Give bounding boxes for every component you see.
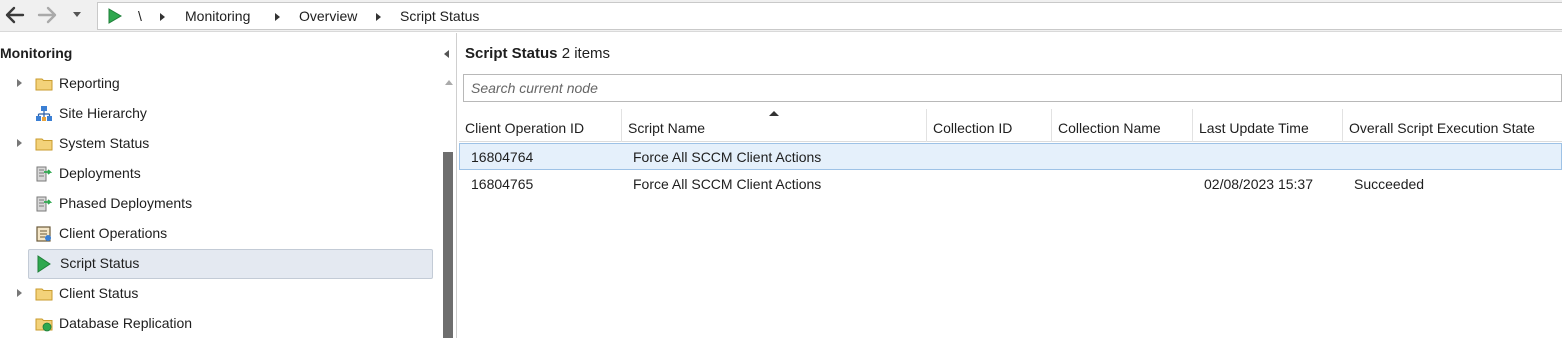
tree-item-label: Database Replication	[59, 315, 193, 331]
chevron-down-icon	[73, 12, 81, 17]
folder-icon	[35, 138, 53, 151]
tree-item-reporting[interactable]: Reporting	[17, 69, 433, 99]
console-window: \ Monitoring Overview Script Status Moni…	[0, 0, 1562, 338]
table-header: Client Operation ID Script Name Collecti…	[459, 109, 1562, 142]
tree-item-script-status[interactable]: Script Status	[28, 249, 433, 279]
column-header-collection-id[interactable]: Collection ID	[927, 109, 1052, 142]
search-box[interactable]	[463, 74, 1562, 102]
column-header-client-operation-id[interactable]: Client Operation ID	[459, 109, 622, 142]
column-header-script-name[interactable]: Script Name	[622, 109, 927, 142]
navigation-scrollbar[interactable]	[442, 71, 456, 338]
tree-item-site-hierarchy[interactable]: Site Hierarchy	[28, 99, 433, 129]
breadcrumb-separator-icon[interactable]	[376, 13, 381, 21]
run-script-icon	[37, 255, 51, 273]
history-dropdown-button[interactable]	[68, 3, 86, 27]
address-bar: \ Monitoring Overview Script Status	[0, 0, 1562, 32]
expand-arrow-icon[interactable]	[17, 79, 22, 87]
column-header-label: Client Operation ID	[465, 120, 585, 136]
tree-item-client-operations[interactable]: Client Operations	[28, 219, 433, 249]
column-header-label: Last Update Time	[1199, 120, 1309, 136]
run-script-icon	[108, 8, 122, 24]
phased-deployments-icon	[36, 196, 53, 212]
cell-script-name: Force All SCCM Client Actions	[633, 149, 822, 165]
breadcrumb-root[interactable]: \	[138, 8, 142, 24]
collapse-pane-icon[interactable]	[444, 50, 449, 58]
column-header-label: Collection ID	[933, 120, 1013, 136]
tree-item-label: Client Operations	[59, 225, 168, 241]
cell-client-operation-id: 16804764	[471, 149, 534, 165]
table-row[interactable]: 16804765 Force All SCCM Client Actions 0…	[459, 171, 1562, 198]
column-header-overall-script-execution-state[interactable]: Overall Script Execution State	[1343, 109, 1562, 142]
page-title: Script Status 2 items	[465, 45, 610, 62]
cell-last-update-time: 02/08/2023 15:37	[1204, 176, 1313, 192]
tree-item-deployments[interactable]: Deployments	[28, 159, 433, 189]
tree-item-system-status[interactable]: System Status	[17, 129, 433, 159]
expand-arrow-icon[interactable]	[17, 139, 22, 147]
site-hierarchy-icon	[36, 106, 52, 121]
folder-icon	[35, 78, 53, 91]
search-input[interactable]	[464, 75, 1561, 101]
cell-execution-state: Succeeded	[1354, 176, 1425, 192]
scroll-up-icon[interactable]	[445, 80, 453, 85]
cell-client-operation-id: 16804765	[471, 176, 534, 192]
tree-item-label: Client Status	[59, 285, 139, 301]
column-header-label: Script Name	[628, 120, 706, 136]
deployments-icon	[36, 166, 53, 182]
breadcrumb[interactable]: \ Monitoring Overview Script Status	[97, 2, 1562, 30]
back-button[interactable]	[3, 3, 27, 27]
content-pane: Script Status 2 items Client Operation I…	[458, 33, 1562, 338]
tree-item-label: Deployments	[59, 165, 141, 181]
back-arrow-icon	[5, 6, 25, 24]
column-header-label: Collection Name	[1058, 120, 1161, 136]
forward-button[interactable]	[35, 3, 59, 27]
breadcrumb-overview[interactable]: Overview	[299, 8, 357, 24]
tree-item-label: Phased Deployments	[59, 195, 193, 211]
breadcrumb-separator-icon[interactable]	[275, 13, 280, 21]
database-replication-icon	[35, 318, 53, 332]
expand-arrow-icon[interactable]	[17, 289, 22, 297]
column-header-last-update-time[interactable]: Last Update Time	[1193, 109, 1343, 142]
breadcrumb-separator-icon[interactable]	[160, 13, 165, 21]
navigation-pane: Monitoring Reporting Site Hierarchy Syst…	[0, 33, 457, 338]
column-header-collection-name[interactable]: Collection Name	[1052, 109, 1193, 142]
tree-item-label: Reporting	[59, 75, 120, 91]
node-title: Script Status	[465, 45, 558, 62]
cell-script-name: Force All SCCM Client Actions	[633, 176, 822, 192]
tree-item-label: System Status	[59, 135, 150, 151]
breadcrumb-script-status[interactable]: Script Status	[400, 8, 479, 24]
breadcrumb-monitoring[interactable]: Monitoring	[185, 8, 250, 24]
pane-title: Monitoring	[0, 45, 73, 61]
sort-ascending-icon	[769, 111, 779, 116]
client-operations-icon	[36, 226, 51, 242]
tree-item-phased-deployments[interactable]: Phased Deployments	[28, 189, 433, 219]
forward-arrow-icon	[37, 6, 57, 24]
column-header-label: Overall Script Execution State	[1349, 120, 1535, 136]
scrollbar-thumb[interactable]	[443, 152, 453, 338]
item-count: 2 items	[561, 45, 611, 62]
tree-item-label: Site Hierarchy	[59, 105, 147, 121]
tree-item-database-replication[interactable]: Database Replication	[28, 309, 433, 338]
folder-icon	[35, 288, 53, 301]
table-row[interactable]: 16804764 Force All SCCM Client Actions	[459, 143, 1562, 170]
tree-item-client-status[interactable]: Client Status	[17, 279, 433, 309]
tree-item-label: Script Status	[60, 255, 140, 271]
